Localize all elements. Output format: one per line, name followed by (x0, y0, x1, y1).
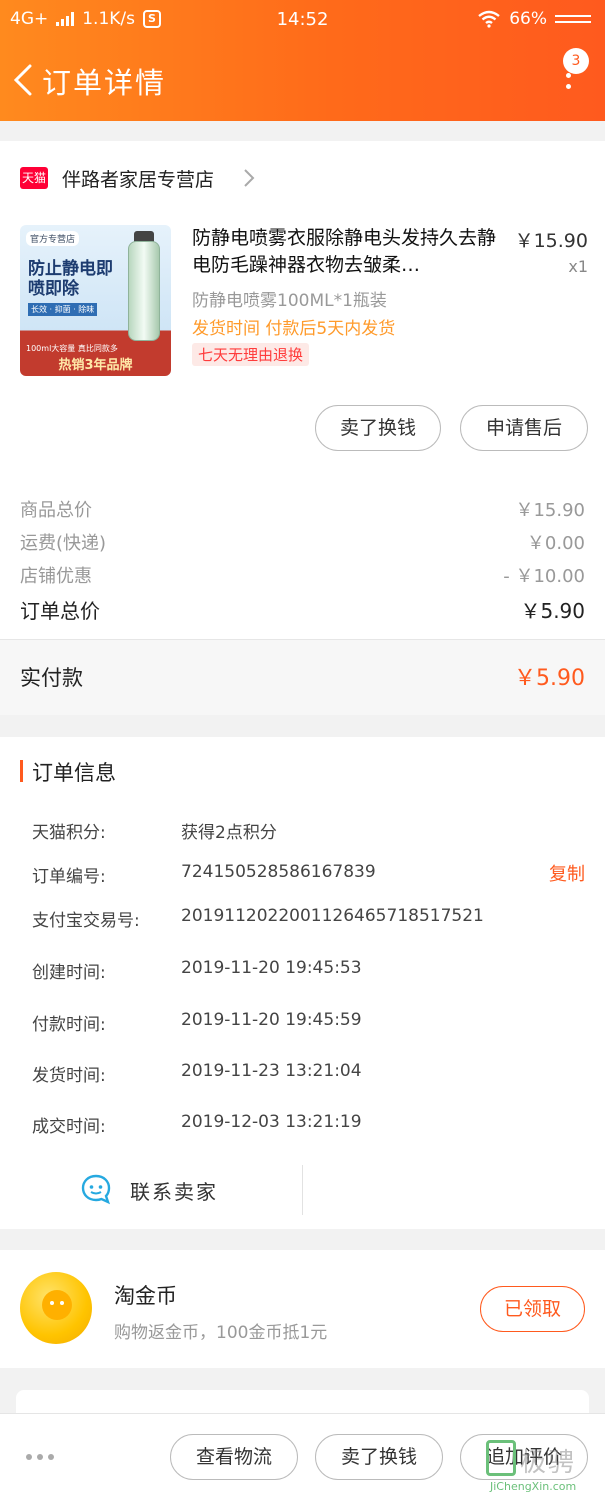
info-value: 724150528586167839 (181, 862, 376, 882)
shop-name-link[interactable]: 伴路者家居专营店 (62, 165, 214, 192)
info-label: 发货时间: (32, 1066, 106, 1086)
chat-bubble-icon[interactable] (80, 1173, 112, 1205)
more-options-icon[interactable] (26, 1454, 54, 1460)
summary-label: 店铺优惠 (20, 566, 92, 587)
battery-icon (555, 15, 591, 23)
product-image-bottom: 热销3年品牌 (58, 358, 133, 373)
product-price: ￥15.90 (514, 230, 588, 252)
page-title: 订单详情 (42, 66, 167, 100)
coin-face (42, 1290, 72, 1320)
after-sale-button[interactable]: 申请售后 (460, 405, 588, 451)
summary-label: 运费(快递) (20, 533, 107, 554)
return-policy-tag: 七天无理由退换 (192, 343, 310, 366)
summary-row: 商品总价 ￥15.90 (20, 496, 585, 522)
watermark: 极骋 JiChengXin.com (486, 1440, 602, 1496)
back-arrow-icon[interactable] (12, 64, 34, 96)
coin-subtitle: 购物返金币，100金币抵1元 (114, 1323, 328, 1343)
message-badge: 3 (563, 48, 589, 74)
coin-title: 淘金币 (114, 1284, 177, 1308)
contact-seller-button[interactable]: 联系卖家 (130, 1176, 218, 1205)
product-image-subline: 长效 · 抑菌 · 除味 (28, 303, 98, 316)
order-total-row: 订单总价 ￥5.90 (20, 595, 585, 624)
spray-bottle (128, 241, 160, 341)
product-image-tag: 官方专营店 (26, 231, 80, 246)
product-spec: 防静电喷雾100ML*1瓶装 (192, 291, 387, 311)
info-label: 订单编号: (32, 867, 106, 887)
claimed-button[interactable]: 已领取 (480, 1286, 585, 1332)
info-label: 成交时间: (32, 1117, 106, 1137)
order-total-label: 订单总价 (20, 599, 100, 623)
paid-value: ￥5.90 (514, 666, 585, 691)
product-image-strip: 100ml大容量 真比同款多 (26, 344, 118, 353)
order-info-card (0, 737, 605, 1229)
info-label: 支付宝交易号: (32, 911, 140, 931)
product-title[interactable]: 防静电喷雾衣服除静电头发持久去静电防毛躁神器衣物去皱柔… (192, 225, 507, 279)
info-label: 付款时间: (32, 1015, 106, 1035)
product-image-headline: 防止静电即喷即除 (28, 259, 113, 299)
chevron-right-icon[interactable] (243, 168, 255, 188)
summary-value: - ￥10.00 (503, 566, 585, 587)
watermark-logo (486, 1440, 516, 1476)
info-value: 2019-12-03 13:21:19 (181, 1112, 362, 1132)
order-total-value: ￥5.90 (520, 599, 585, 623)
summary-row: 运费(快递) ￥0.00 (20, 529, 585, 555)
summary-value: ￥15.90 (515, 500, 585, 521)
sell-button-bottom[interactable]: 卖了换钱 (315, 1434, 443, 1480)
paid-label: 实付款 (20, 666, 83, 690)
info-value: 2019112022001126465718517521 (181, 906, 484, 926)
wifi-icon (478, 10, 500, 28)
summary-value: ￥0.00 (526, 533, 585, 554)
info-value: 获得2点积分 (181, 823, 277, 843)
gold-coin-icon (20, 1272, 92, 1344)
view-logistics-button[interactable]: 查看物流 (170, 1434, 298, 1480)
vertical-divider (302, 1165, 303, 1215)
info-label: 天猫积分: (32, 823, 106, 843)
sell-button[interactable]: 卖了换钱 (315, 405, 441, 451)
watermark-text: 极骋 (520, 1448, 577, 1478)
info-value: 2019-11-20 19:45:53 (181, 958, 362, 978)
copy-button[interactable]: 复制 (549, 860, 585, 886)
battery-level: 66% (509, 9, 547, 29)
summary-row: 店铺优惠 - ￥10.00 (20, 562, 585, 588)
shipping-time: 发货时间 付款后5天内发货 (192, 319, 396, 339)
info-label: 创建时间: (32, 963, 106, 983)
info-value: 2019-11-20 19:45:59 (181, 1010, 362, 1030)
order-info-title: 订单信息 (32, 761, 116, 785)
product-quantity: x1 (568, 257, 588, 276)
app-header: 4G+ 1.1K/s S 14:52 66% 订单详情 3 (0, 0, 605, 121)
paid-row: 实付款 ￥5.90 (0, 640, 605, 715)
summary-label: 商品总价 (20, 500, 92, 521)
product-image[interactable]: 官方专营店 防止静电即喷即除 长效 · 抑菌 · 除味 100ml大容量 真比同… (20, 225, 171, 376)
status-bar: 4G+ 1.1K/s S 14:52 66% (0, 0, 605, 40)
info-value: 2019-11-23 13:21:04 (181, 1061, 362, 1081)
section-accent-bar (20, 760, 23, 782)
watermark-url: JiChengXin.com (490, 1480, 577, 1493)
tmall-logo: 天猫 (20, 167, 48, 189)
